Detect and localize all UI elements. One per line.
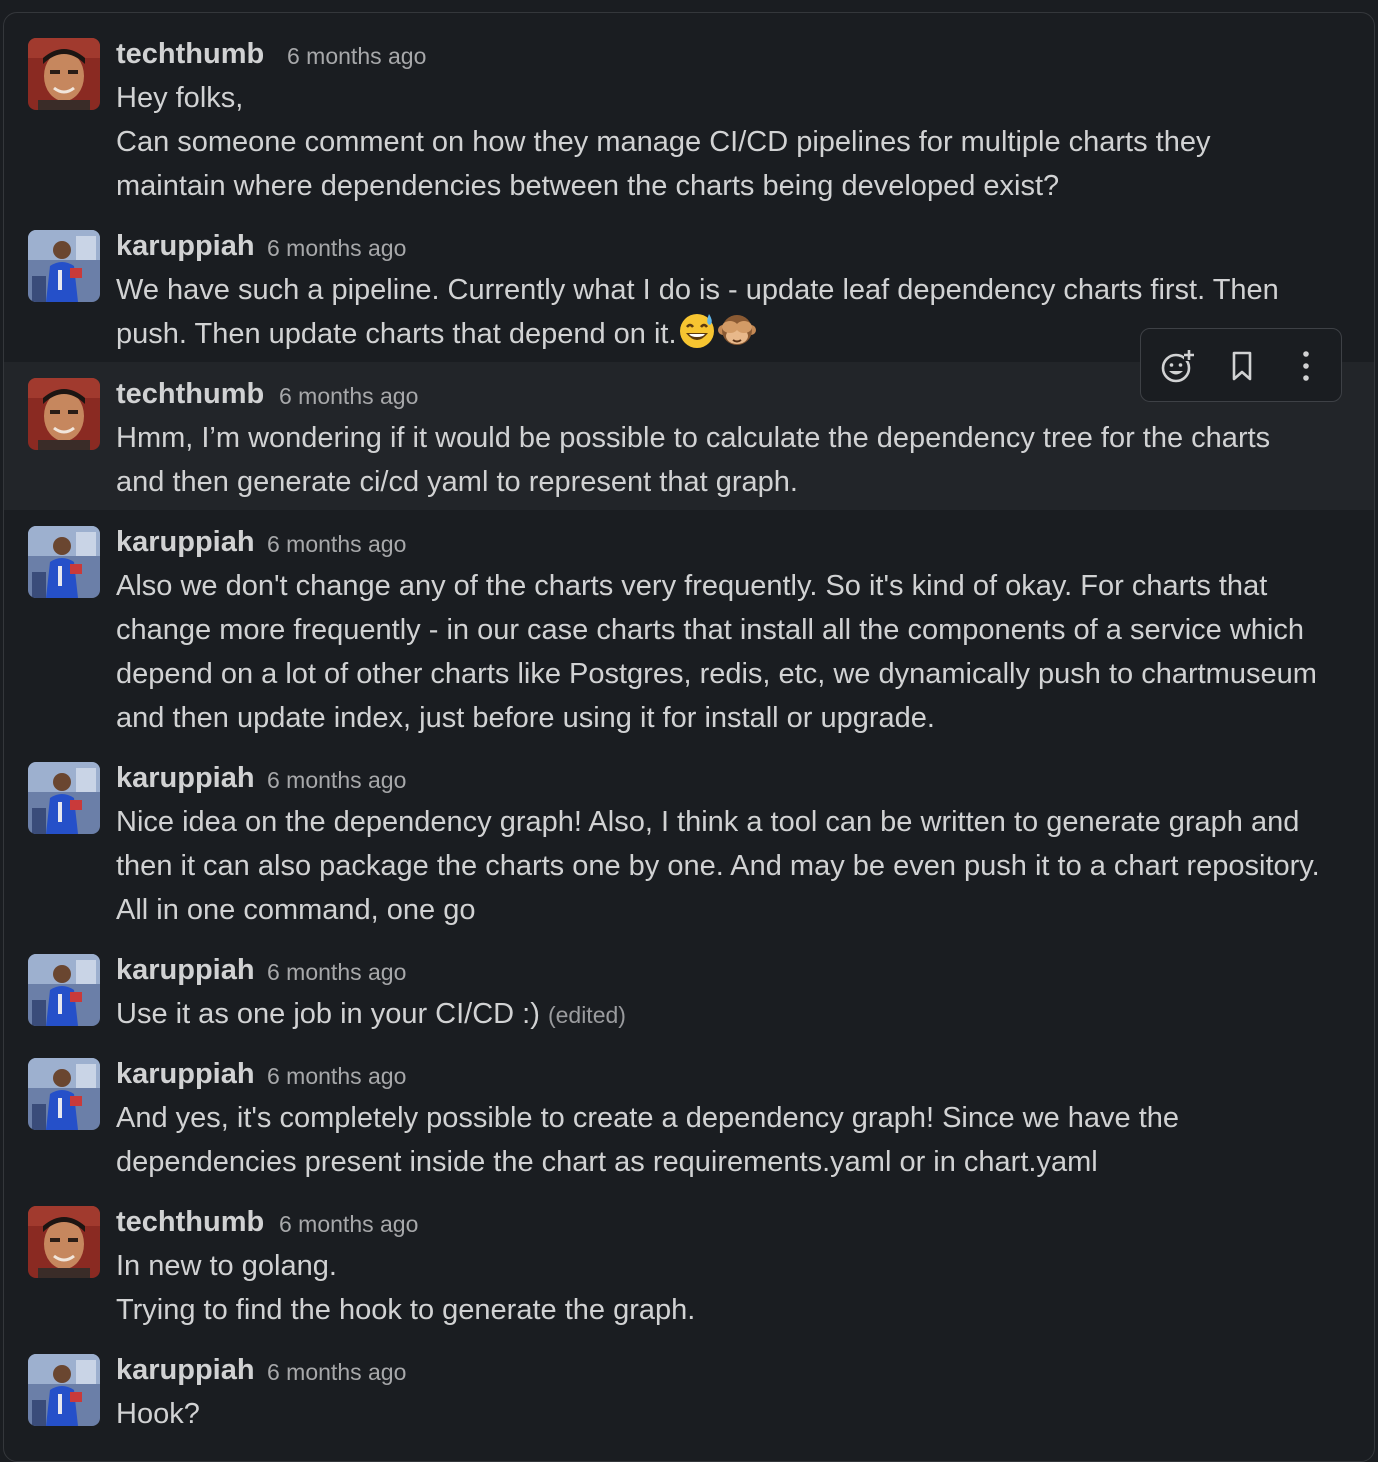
edited-label: (edited) — [547, 1002, 626, 1028]
timestamp[interactable]: 6 months ago — [267, 526, 406, 562]
avatar-techthumb-icon — [28, 1206, 100, 1278]
message-text: All in one command, one go — [116, 894, 476, 926]
message-text: depend on a lot of other charts like Pos… — [116, 658, 1317, 690]
avatar[interactable] — [28, 1354, 100, 1426]
bookmark-icon — [1232, 351, 1252, 381]
timestamp[interactable]: 6 months ago — [267, 762, 406, 798]
message-text: And yes, it's completely possible to cre… — [116, 1102, 1180, 1134]
timestamp[interactable]: 6 months ago — [267, 1354, 406, 1390]
avatar-karuppiah-icon — [28, 1058, 100, 1130]
message[interactable]: karuppiah 6 months ago Use it as one job… — [4, 944, 1374, 1044]
avatar[interactable] — [28, 526, 100, 598]
message-text: In new to golang. — [116, 1250, 337, 1282]
timestamp[interactable]: 6 months ago — [279, 1206, 418, 1242]
avatar-techthumb-icon — [28, 38, 100, 110]
avatar[interactable] — [28, 762, 100, 834]
message-text: Use it as one job in your CI/CD :) — [116, 998, 540, 1030]
avatar[interactable] — [28, 954, 100, 1026]
message-text: Can someone comment on how they manage C… — [116, 126, 1211, 158]
author-name[interactable]: karuppiah — [116, 952, 255, 988]
message-text: We have such a pipeline. Currently what … — [116, 274, 1279, 306]
author-name[interactable]: karuppiah — [116, 228, 255, 264]
message-text: and then generate ci/cd yaml to represen… — [116, 466, 798, 498]
avatar-karuppiah-icon — [28, 762, 100, 834]
avatar-karuppiah-icon — [28, 230, 100, 302]
avatar-karuppiah-icon — [28, 526, 100, 598]
timestamp[interactable]: 6 months ago — [267, 1058, 406, 1094]
avatar-karuppiah-icon — [28, 1354, 100, 1426]
message-text: Hook? — [116, 1398, 200, 1430]
timestamp[interactable]: 6 months ago — [267, 230, 406, 266]
message-text: maintain where dependencies between the … — [116, 170, 1060, 202]
message[interactable]: karuppiah 6 months ago Nice idea on the … — [4, 752, 1374, 938]
message-text: Also we don't change any of the charts v… — [116, 570, 1268, 602]
avatar-techthumb-icon — [28, 378, 100, 450]
author-name[interactable]: karuppiah — [116, 1352, 255, 1388]
avatar[interactable] — [28, 378, 100, 450]
avatar[interactable] — [28, 38, 100, 110]
message-text: then it can also package the charts one … — [116, 850, 1320, 882]
message-text: Nice idea on the dependency graph! Also,… — [116, 806, 1300, 838]
message-text: Hey folks, — [116, 82, 244, 114]
author-name[interactable]: techthumb — [116, 376, 264, 412]
message[interactable]: karuppiah 6 months ago And yes, it's com… — [4, 1048, 1374, 1190]
author-name[interactable]: karuppiah — [116, 524, 255, 560]
message[interactable]: techthumb 6 months ago Hey folks, Can so… — [4, 28, 1374, 208]
more-actions-button[interactable] — [1287, 347, 1325, 385]
message-text: and then update index, just before using… — [116, 702, 935, 734]
author-name[interactable]: karuppiah — [116, 760, 255, 796]
timestamp[interactable]: 6 months ago — [279, 378, 418, 414]
timestamp[interactable]: 6 months ago — [267, 954, 406, 990]
message-text: Trying to find the hook to generate the … — [116, 1294, 696, 1326]
message-text: dependencies present inside the chart as… — [116, 1146, 1098, 1178]
save-for-later-button[interactable] — [1223, 347, 1261, 385]
message[interactable]: techthumb 6 months ago In new to golang.… — [4, 1196, 1374, 1338]
message-text: push. Then update charts that depend on … — [116, 318, 677, 350]
sweat-smile-emoji-icon[interactable] — [677, 310, 717, 350]
more-actions-icon — [1303, 351, 1309, 381]
add-reaction-button[interactable] — [1159, 347, 1197, 385]
message-actions-toolbar — [1140, 328, 1342, 402]
message[interactable]: karuppiah 6 months ago Hook? — [4, 1344, 1374, 1444]
add-reaction-icon — [1161, 350, 1194, 383]
avatar[interactable] — [28, 1058, 100, 1130]
message-text: change more frequently - in our case cha… — [116, 614, 1304, 646]
message[interactable]: karuppiah 6 months ago Also we don't cha… — [4, 516, 1374, 746]
author-name[interactable]: techthumb — [116, 36, 264, 72]
avatar-karuppiah-icon — [28, 954, 100, 1026]
see-no-evil-monkey-emoji-icon[interactable] — [717, 310, 757, 350]
avatar[interactable] — [28, 230, 100, 302]
author-name[interactable]: karuppiah — [116, 1056, 255, 1092]
avatar[interactable] — [28, 1206, 100, 1278]
timestamp[interactable]: 6 months ago — [287, 38, 426, 74]
message-text-with-emoji: push. Then update charts that depend on … — [116, 312, 757, 356]
message-text-edited: Use it as one job in your CI/CD :) (edit… — [116, 992, 626, 1037]
message-text: Hmm, I’m wondering if it would be possib… — [116, 422, 1271, 454]
author-name[interactable]: techthumb — [116, 1204, 264, 1240]
